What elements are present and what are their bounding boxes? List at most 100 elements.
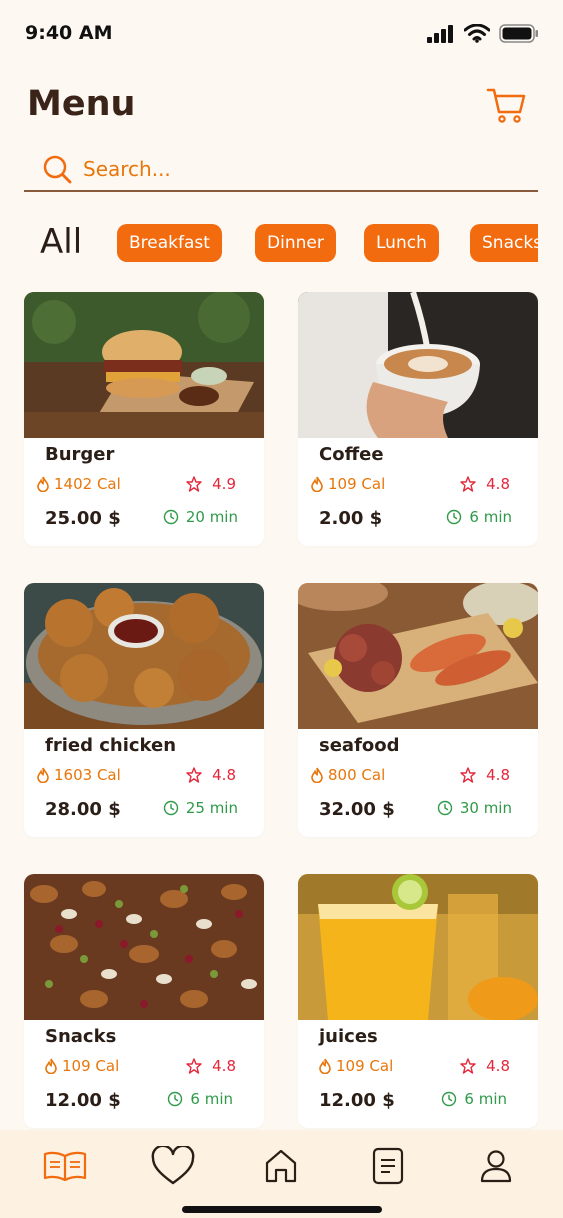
user-icon: [480, 1150, 512, 1183]
menu-item-card[interactable]: Snacks 109 Cal 4.8 12.00 $ 6 min: [24, 874, 264, 1128]
item-calories: 800 Cal: [311, 766, 385, 784]
item-calories-text: 109 Cal: [62, 1057, 120, 1075]
item-price: 32.00 $: [319, 799, 395, 820]
clock-icon: [163, 800, 179, 816]
item-calories-text: 1402 Cal: [54, 475, 121, 493]
search-input[interactable]: [83, 157, 483, 181]
menu-item-card[interactable]: juices 109 Cal 4.8 12.00 $ 6 min: [298, 874, 538, 1128]
flame-icon: [311, 767, 323, 783]
tab-profile[interactable]: [468, 1138, 524, 1194]
item-price: 25.00 $: [45, 508, 121, 529]
item-time: 20 min: [163, 508, 238, 526]
cart-icon: [486, 88, 526, 123]
item-calories-text: 109 Cal: [328, 475, 386, 493]
item-calories-text: 109 Cal: [336, 1057, 394, 1075]
category-chip-breakfast[interactable]: Breakfast: [117, 224, 222, 262]
item-rating-text: 4.9: [212, 475, 236, 493]
star-icon: [186, 767, 202, 783]
item-rating: 4.9: [186, 475, 236, 493]
category-chip-snacks[interactable]: Snacks: [470, 224, 538, 262]
menu-item-card[interactable]: seafood 800 Cal 4.8 32.00 $ 30 min: [298, 583, 538, 837]
item-calories: 109 Cal: [311, 475, 385, 493]
item-time-text: 6 min: [464, 1090, 507, 1108]
item-name: Snacks: [45, 1026, 117, 1047]
cart-button[interactable]: [484, 84, 528, 128]
home-indicator: [182, 1206, 382, 1213]
star-icon: [186, 1058, 202, 1074]
item-rating-text: 4.8: [486, 766, 510, 784]
item-rating: 4.8: [186, 766, 236, 784]
item-price: 2.00 $: [319, 508, 383, 529]
item-calories-text: 800 Cal: [328, 766, 386, 784]
item-name: juices: [319, 1026, 378, 1047]
status-icons: [427, 24, 539, 43]
item-calories: 1402 Cal: [37, 475, 121, 493]
item-time-text: 6 min: [469, 508, 512, 526]
wifi-icon: [464, 24, 490, 43]
item-time: 6 min: [167, 1090, 233, 1108]
category-chip-dinner[interactable]: Dinner: [255, 224, 336, 262]
item-time-text: 20 min: [185, 508, 238, 526]
item-name: seafood: [319, 735, 400, 756]
star-icon: [460, 1058, 476, 1074]
item-time: 6 min: [441, 1090, 507, 1108]
tab-orders[interactable]: [360, 1138, 416, 1194]
signal-icon: [427, 24, 453, 43]
clock-icon: [442, 1091, 457, 1107]
item-time: 6 min: [446, 508, 512, 526]
flame-icon: [37, 476, 49, 492]
status-time: 9:40 AM: [25, 22, 113, 44]
search-bar[interactable]: [24, 148, 538, 192]
page-title: Menu: [27, 84, 136, 124]
item-price: 12.00 $: [319, 1090, 395, 1111]
item-calories: 109 Cal: [319, 1057, 393, 1075]
document-icon: [372, 1147, 404, 1185]
item-price: 12.00 $: [45, 1090, 121, 1111]
item-time: 25 min: [163, 799, 238, 817]
item-price: 28.00 $: [45, 799, 121, 820]
item-name: Coffee: [319, 444, 384, 465]
seafood-image: [298, 583, 538, 729]
fried-chicken-image: [24, 583, 264, 729]
menu-item-card[interactable]: Coffee 109 Cal 4.8 2.00 $ 6 min: [298, 292, 538, 546]
tab-menu[interactable]: [37, 1138, 93, 1194]
star-icon: [460, 476, 476, 492]
clock-icon: [437, 800, 453, 816]
battery-icon: [499, 24, 538, 43]
flame-icon: [37, 767, 49, 783]
item-rating-text: 4.8: [212, 766, 236, 784]
flame-icon: [311, 476, 323, 492]
item-time-text: 25 min: [185, 799, 238, 817]
burger-image: [24, 292, 264, 438]
star-icon: [186, 476, 202, 492]
heart-icon: [151, 1146, 195, 1185]
search-icon: [43, 155, 72, 184]
item-rating: 4.8: [460, 766, 510, 784]
item-rating: 4.8: [186, 1057, 236, 1075]
item-calories: 1603 Cal: [37, 766, 121, 784]
star-icon: [460, 767, 476, 783]
coffee-image: [298, 292, 538, 438]
item-rating: 4.8: [460, 1057, 510, 1075]
item-rating-text: 4.8: [212, 1057, 236, 1075]
item-calories: 109 Cal: [45, 1057, 119, 1075]
menu-item-card[interactable]: fried chicken 1603 Cal 4.8 28.00 $ 25 mi…: [24, 583, 264, 837]
item-name: Burger: [45, 444, 115, 465]
bottom-tab-bar: [0, 1130, 563, 1218]
category-all[interactable]: All: [40, 222, 82, 262]
item-time-text: 30 min: [459, 799, 512, 817]
item-rating-text: 4.8: [486, 475, 510, 493]
item-calories-text: 1603 Cal: [54, 766, 121, 784]
tab-home[interactable]: [253, 1138, 309, 1194]
snacks-image: [24, 874, 264, 1020]
category-chip-lunch[interactable]: Lunch: [364, 224, 439, 262]
item-rating: 4.8: [460, 475, 510, 493]
menu-item-card[interactable]: Burger 1402 Cal 4.9 25.00 $ 20 min: [24, 292, 264, 546]
item-rating-text: 4.8: [486, 1057, 510, 1075]
item-time: 30 min: [437, 799, 512, 817]
juices-image: [298, 874, 538, 1020]
flame-icon: [45, 1058, 57, 1074]
clock-icon: [163, 509, 179, 525]
menu-book-icon: [43, 1151, 87, 1182]
tab-favorites[interactable]: [145, 1138, 201, 1194]
